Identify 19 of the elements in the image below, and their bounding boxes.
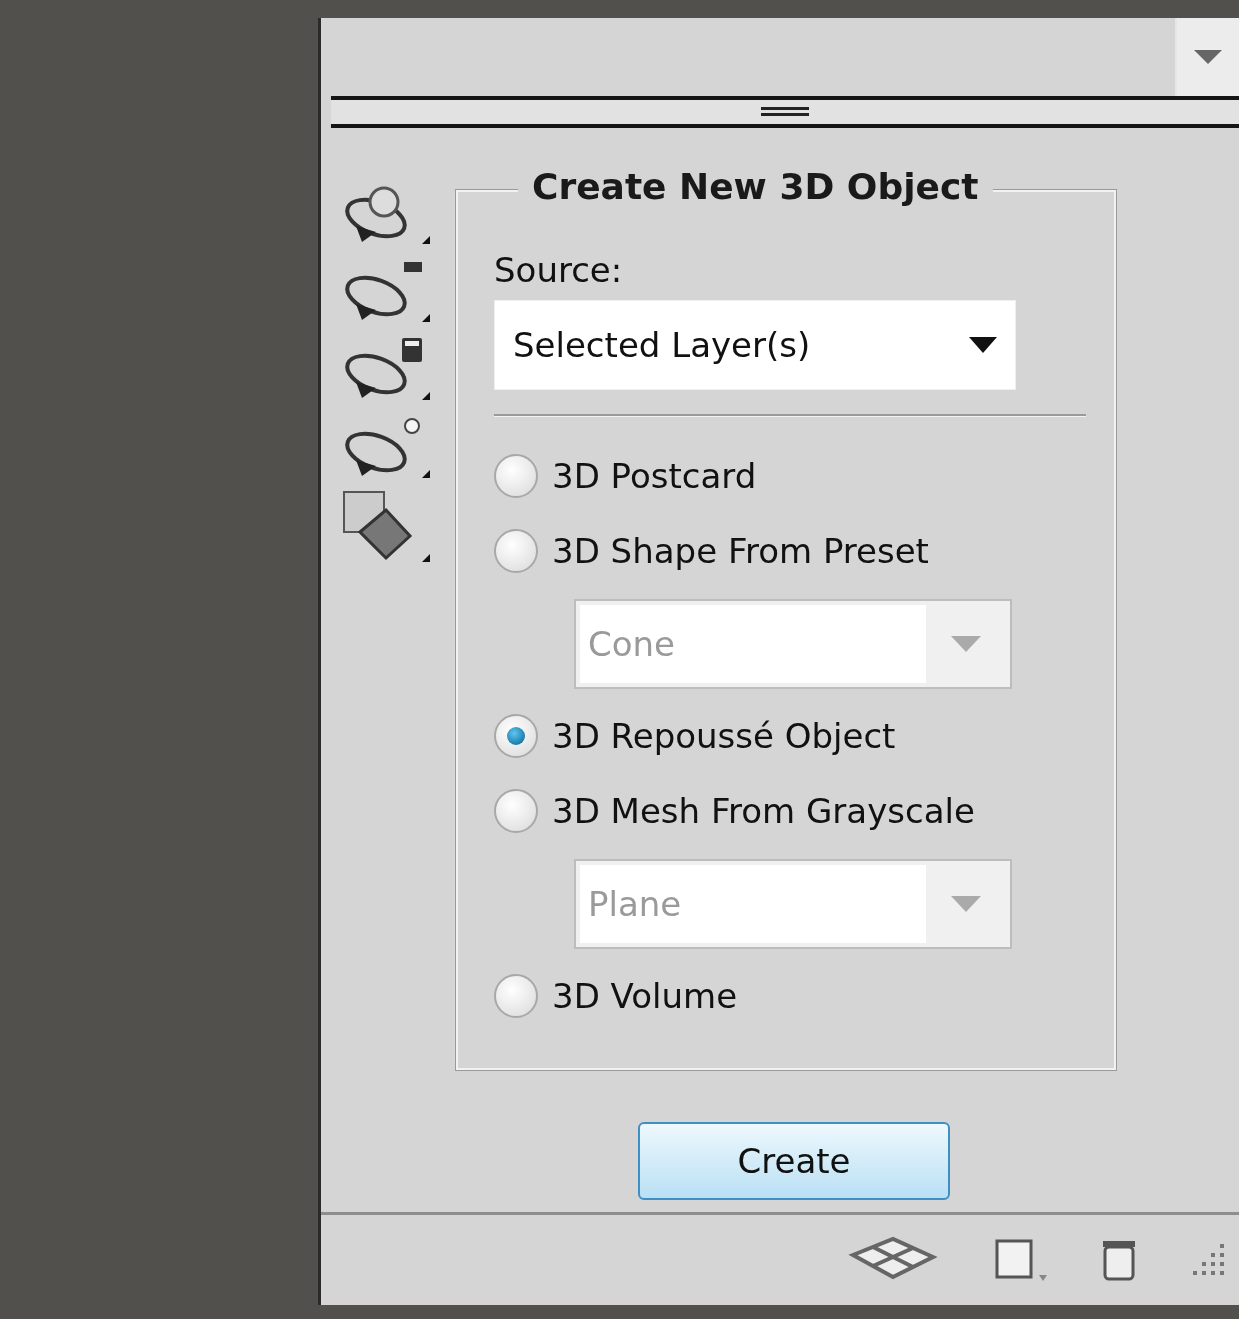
option-label: 3D Mesh From Grayscale: [552, 791, 975, 832]
grip-icon: [761, 106, 809, 118]
option-label: 3D Volume: [552, 976, 738, 1017]
source-label: Source:: [494, 250, 624, 292]
radio-button[interactable]: [494, 714, 538, 759]
caret-icon: [951, 636, 981, 652]
radio-button[interactable]: [494, 789, 538, 834]
source-dropdown[interactable]: Selected Layer(s): [494, 300, 1016, 390]
panel-menu-button[interactable]: [1175, 18, 1239, 96]
caret-icon: [1194, 50, 1222, 64]
option-label: 3D Postcard: [552, 456, 757, 497]
radio-button[interactable]: [494, 529, 538, 574]
option-label: 3D Repoussé Object: [552, 716, 896, 757]
caret-icon: [969, 337, 997, 353]
caret-icon: [951, 896, 981, 912]
radio-button[interactable]: [494, 974, 538, 1019]
option-label: 3D Shape From Preset: [552, 531, 929, 572]
radio-button[interactable]: [494, 454, 538, 499]
create-button[interactable]: Create: [638, 1122, 950, 1201]
